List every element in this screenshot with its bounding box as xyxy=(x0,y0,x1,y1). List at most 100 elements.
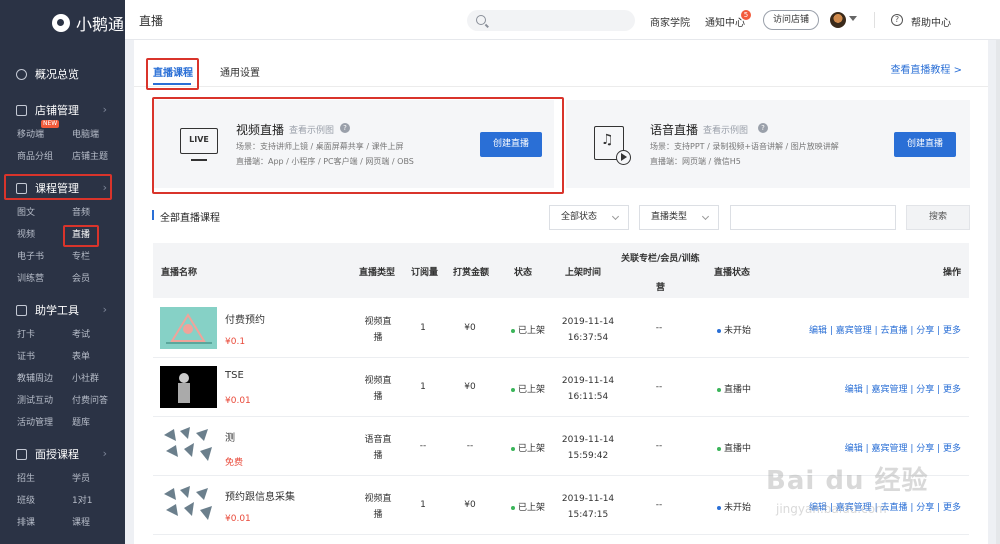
create-audio-live-button[interactable]: 创建直播 xyxy=(894,132,956,157)
help-icon: ? xyxy=(891,14,903,26)
live-type-filter-select[interactable]: 直播类型 xyxy=(639,205,719,230)
audio-live-title: 语音直播 xyxy=(650,123,699,137)
audio-live-example-link[interactable]: 查看示例图 xyxy=(703,123,748,136)
course-related: -- xyxy=(655,441,663,451)
tab-general-settings[interactable]: 通用设置 xyxy=(220,64,260,79)
help-center-link[interactable]: 帮助中心 xyxy=(911,14,951,29)
section-marker xyxy=(152,210,154,220)
chevron-right-icon: › xyxy=(102,103,107,116)
sidebar-subitem-merch[interactable]: 教辅周边 xyxy=(17,368,72,390)
merchant-academy-link[interactable]: 商家学院 xyxy=(650,14,690,29)
live-status: 未开始 xyxy=(709,323,759,336)
table-header: 直播名称 直播类型 订阅量 打赏金额 状态 上架时间 关联专栏/会员/训练 营 … xyxy=(153,243,969,298)
col-status: 状态 xyxy=(514,268,533,278)
avatar[interactable] xyxy=(830,12,846,28)
live-status: 直播中 xyxy=(709,441,759,454)
page-scrollbar[interactable] xyxy=(996,40,1000,544)
music-file-icon: ♫ xyxy=(594,126,631,165)
course-subs: -- xyxy=(419,441,427,451)
row-actions[interactable]: 编辑 | 嘉宾管理 | 分享 | 更多 xyxy=(845,382,961,395)
status-badge: 已上架 xyxy=(503,500,553,513)
sidebar-subitem-column[interactable]: 专栏 xyxy=(72,246,125,268)
search-button[interactable]: 搜索 xyxy=(906,205,970,230)
sidebar-item-tools[interactable]: 助学工具 › xyxy=(0,296,125,324)
sidebar-subitem-pc[interactable]: 电脑端 xyxy=(72,124,125,146)
sidebar-subitem-students[interactable]: 学员 xyxy=(72,468,125,490)
row-actions[interactable]: 编辑 | 嘉宾管理 | 分享 | 更多 xyxy=(845,441,961,454)
sidebar-item-label: 概况总览 xyxy=(35,68,79,81)
sidebar-subitem-mobile[interactable]: 移动端 NEW xyxy=(17,120,72,146)
sidebar-subitem-cert[interactable]: 证书 xyxy=(17,346,72,368)
course-price: 免费 xyxy=(225,458,244,468)
status-filter-select[interactable]: 全部状态 xyxy=(549,205,629,230)
sidebar: 小鹅通 概况总览 店铺管理 › 移动端 NEW 电脑端 商品分组 店铺主题 课程管… xyxy=(0,0,125,544)
col-live-status: 直播状态 xyxy=(714,268,751,278)
sidebar-subitem-quiz[interactable]: 测试互动 xyxy=(17,390,72,412)
notification-count-badge: 5 xyxy=(741,10,751,20)
course-publish-time: 2019-11-14 15:47:15 xyxy=(561,494,615,520)
sidebar-subitem-exam[interactable]: 考试 xyxy=(72,324,125,346)
brand-logo-icon xyxy=(52,14,70,32)
search-input[interactable] xyxy=(467,10,635,31)
sidebar-subitem-enroll[interactable]: 招生 xyxy=(17,468,72,490)
watermark-url: jingyan.baidu.com xyxy=(776,502,887,516)
visit-store-button[interactable]: 访问店铺 xyxy=(763,10,819,30)
question-icon[interactable]: ? xyxy=(758,123,768,133)
course-thumbnail[interactable] xyxy=(160,366,217,408)
course-thumbnail[interactable] xyxy=(160,484,217,526)
chevron-right-icon: › xyxy=(102,303,107,316)
course-related: -- xyxy=(655,323,663,333)
sidebar-subitem-theme[interactable]: 店铺主题 xyxy=(72,146,125,168)
page-title: 直播 xyxy=(139,14,164,28)
course-related: -- xyxy=(655,500,663,510)
sidebar-subitem-member[interactable]: 会员 xyxy=(72,268,125,290)
live-status: 未开始 xyxy=(709,500,759,513)
new-badge: NEW xyxy=(41,120,60,128)
sidebar-subitem-checkin[interactable]: 打卡 xyxy=(17,324,72,346)
sidebar-subitem-ebook[interactable]: 电子书 xyxy=(17,246,72,268)
highlight-live-tab xyxy=(146,58,199,90)
sidebar-subitem-one-on-one[interactable]: 1对1 xyxy=(72,490,125,512)
brand-logo[interactable]: 小鹅通 xyxy=(0,0,125,46)
sidebar-subitem-audio[interactable]: 音频 xyxy=(72,202,125,224)
course-subs: 1 xyxy=(420,323,426,333)
course-thumbnail[interactable] xyxy=(160,307,217,349)
caret-down-icon[interactable] xyxy=(849,16,857,21)
course-thumbnail[interactable] xyxy=(160,425,217,467)
sidebar-subitem-paid-qa[interactable]: 付费问答 xyxy=(72,390,125,412)
course-name[interactable]: TSE xyxy=(225,370,244,381)
top-bar: 直播 商家学院 通知中心 5 访问店铺 ? 帮助中心 xyxy=(125,0,1000,40)
sidebar-item-offline[interactable]: 面授课程 › xyxy=(0,440,125,468)
sidebar-item-label: 面授课程 xyxy=(35,448,79,461)
course-price: ¥0.01 xyxy=(225,396,251,406)
row-actions[interactable]: 编辑 | 嘉宾管理 | 去直播 | 分享 | 更多 xyxy=(809,323,961,336)
sidebar-subitem-lessons[interactable]: 课程 xyxy=(72,512,125,534)
sidebar-subitem-community[interactable]: 小社群 xyxy=(72,368,125,390)
brand-name: 小鹅通 xyxy=(76,15,125,34)
notification-center-link[interactable]: 通知中心 xyxy=(705,14,745,29)
sidebar-subitem-form[interactable]: 表单 xyxy=(72,346,125,368)
col-name: 直播名称 xyxy=(161,268,198,278)
course-type: 视频直播 xyxy=(364,494,392,520)
course-reward: ¥0 xyxy=(464,323,476,333)
sidebar-subitem-article[interactable]: 图文 xyxy=(17,202,72,224)
all-live-courses-title: 全部直播课程 xyxy=(160,213,220,224)
keyword-search-input[interactable] xyxy=(730,205,896,230)
highlight-course-management xyxy=(4,174,112,200)
sidebar-item-overview[interactable]: 概况总览 xyxy=(0,60,125,88)
sidebar-subitem-schedule[interactable]: 排课 xyxy=(17,512,72,534)
sidebar-subitem-camp[interactable]: 训练营 xyxy=(17,268,72,290)
search-icon xyxy=(476,15,486,25)
sidebar-subitem-events[interactable]: 活动管理 xyxy=(17,412,72,434)
sidebar-subitem-question-bank[interactable]: 题库 xyxy=(72,412,125,434)
course-type: 视频直播 xyxy=(364,376,392,402)
course-name[interactable]: 预约跟信息采集 xyxy=(225,488,295,503)
live-tutorial-link[interactable]: 查看直播教程 > xyxy=(890,61,962,76)
audio-live-scene: 场景：支持PPT / 录制视频+语音讲解 / 图片放映讲解 xyxy=(650,142,839,151)
sidebar-subitem-groups[interactable]: 商品分组 xyxy=(17,146,72,168)
course-name[interactable]: 测 xyxy=(225,429,235,444)
table-row: TSE ¥0.01 视频直播 1 ¥0 已上架 2019-11-14 16:11:… xyxy=(153,358,969,417)
sidebar-subitem-classes[interactable]: 班级 xyxy=(17,490,72,512)
sidebar-item-store[interactable]: 店铺管理 › xyxy=(0,96,125,124)
course-name[interactable]: 付费预约 xyxy=(225,311,265,326)
